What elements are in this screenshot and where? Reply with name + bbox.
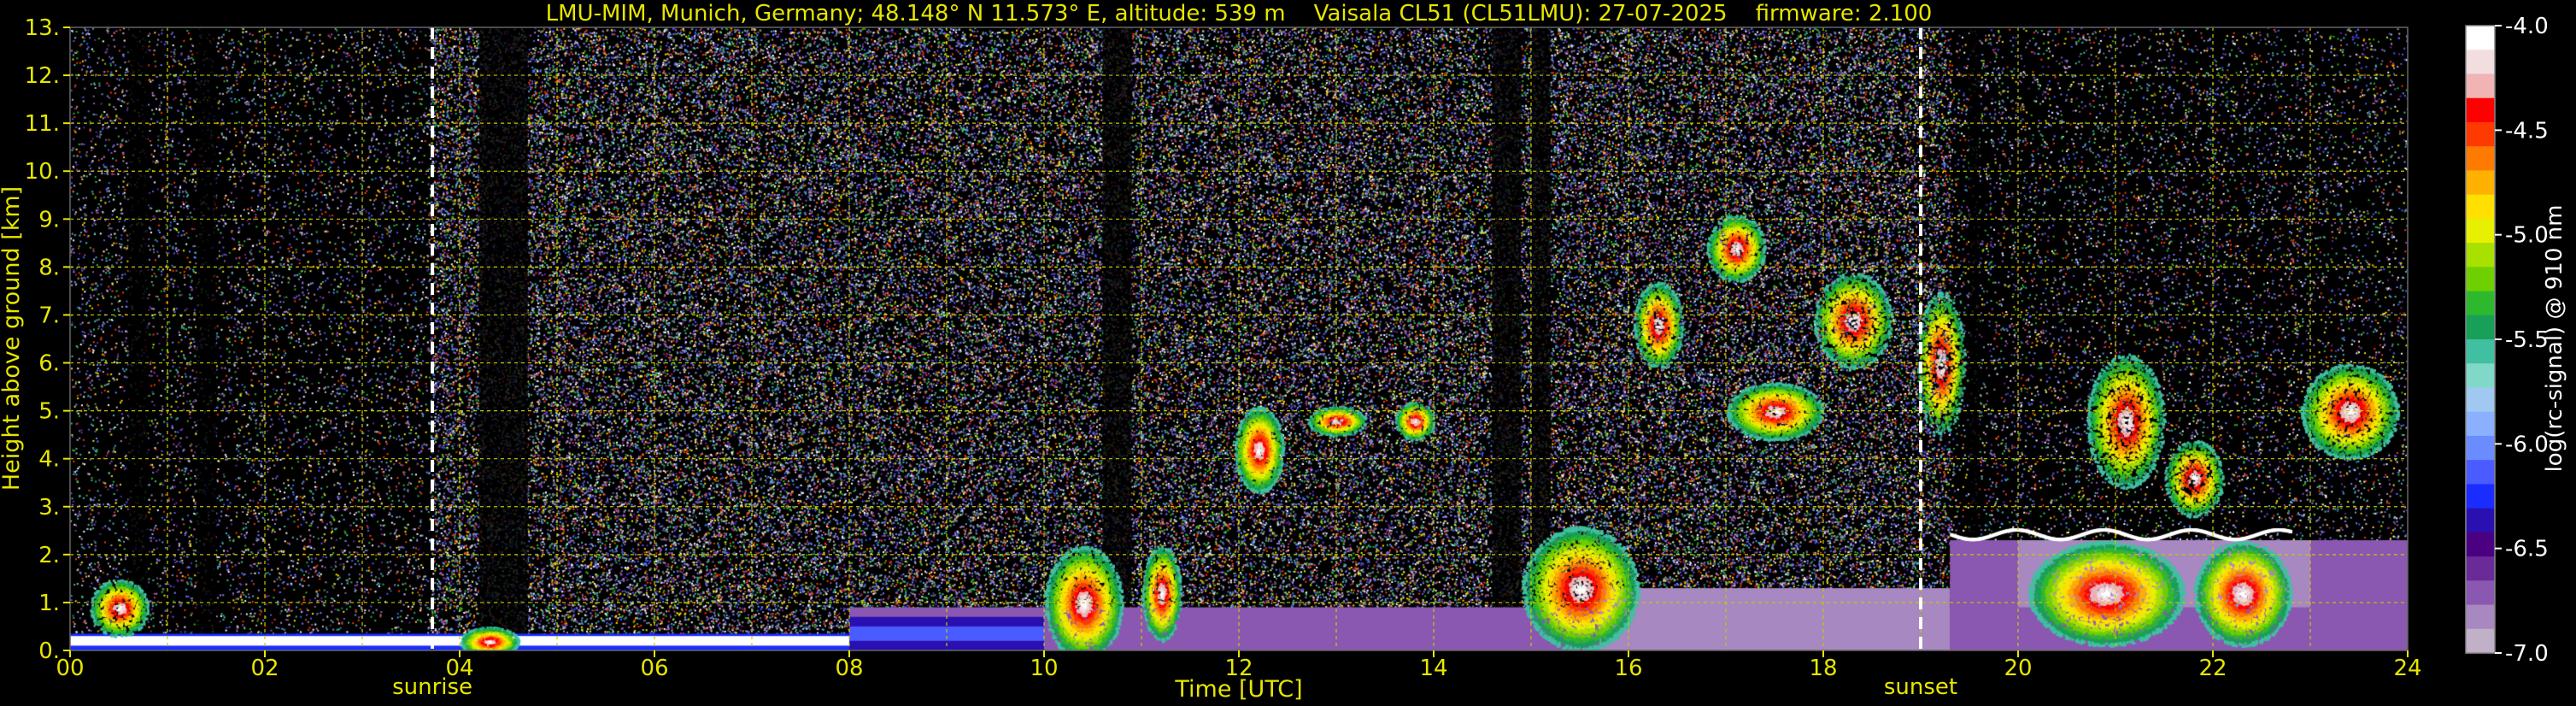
colorbar-tick-label: -7.0: [2505, 641, 2549, 667]
colorbar-swatch: [2466, 339, 2495, 364]
x-tick-label: 06: [640, 656, 668, 681]
colorbar-swatch: [2466, 50, 2495, 75]
colorbar-swatch: [2466, 411, 2495, 437]
colorbar-swatch: [2466, 291, 2495, 316]
y-tick-label: 11.: [25, 111, 60, 137]
y-tick-label: 12.: [25, 63, 60, 89]
x-tick-label: 08: [835, 656, 863, 681]
colorbar-swatch: [2466, 363, 2495, 389]
colorbar-swatch: [2466, 484, 2495, 509]
colorbar-swatch: [2466, 97, 2495, 123]
x-tick-label: 16: [1614, 656, 1642, 681]
x-tick-label: 10: [1030, 656, 1058, 681]
y-tick-label: 10.: [25, 159, 60, 185]
colorbar-swatch: [2466, 26, 2495, 50]
colorbar-swatch: [2466, 170, 2495, 196]
sunset-label: sunset: [1884, 674, 1957, 700]
colorbar-swatch: [2466, 460, 2495, 485]
colorbar-tick-label: -4.0: [2505, 14, 2549, 39]
x-axis-label: Time [UTC]: [1174, 676, 1302, 703]
x-tick-label: 04: [445, 656, 473, 681]
y-tick-label: 13.: [25, 15, 60, 41]
colorbar-swatch: [2466, 532, 2495, 557]
colorbar-label: log(rc-signal) @ 910 nm: [2542, 205, 2567, 473]
colorbar-swatch: [2466, 556, 2495, 581]
colorbar-swatch: [2466, 194, 2495, 220]
colorbar-swatch: [2466, 146, 2495, 171]
colorbar-swatch: [2466, 508, 2495, 533]
colorbar-swatch: [2466, 580, 2495, 606]
x-tick-label: 24: [2393, 656, 2421, 681]
x-tick-label: 02: [250, 656, 279, 681]
y-tick-label: 8.: [38, 255, 60, 280]
colorbar-swatch: [2466, 435, 2495, 461]
x-tick-label: 18: [1809, 656, 1837, 681]
colorbar-swatch: [2466, 267, 2495, 292]
y-tick-label: 3.: [38, 495, 60, 521]
colorbar-swatch: [2466, 604, 2495, 630]
colorbar-tick-label: -6.5: [2505, 537, 2549, 562]
colorbar-swatch: [2466, 74, 2495, 99]
colorbar-swatch: [2466, 121, 2495, 147]
x-tick-label: 00: [56, 656, 84, 681]
y-tick-label: 2.: [38, 543, 60, 568]
x-tick-label: 22: [2198, 656, 2227, 681]
y-tick-label: 6.: [38, 351, 60, 377]
x-tick-label: 20: [2004, 656, 2032, 681]
y-tick-label: 5.: [38, 399, 60, 425]
x-tick-label: 14: [1419, 656, 1447, 681]
ceilometer-chart: sunrise sunset 0.1.2.3.4.5.6.7.8.9.10.11.…: [0, 0, 2576, 706]
y-tick-label: 9.: [38, 207, 60, 232]
colorbar-tick-label: -4.5: [2505, 118, 2549, 144]
y-tick-label: 7.: [38, 303, 60, 328]
y-tick-label: 1.: [38, 591, 60, 616]
colorbar-swatch: [2466, 218, 2495, 244]
colorbar-swatch: [2466, 315, 2495, 340]
colorbar-swatch: [2466, 243, 2495, 268]
y-axis-label: Height above ground [km]: [0, 186, 25, 491]
colorbar-swatch: [2466, 387, 2495, 413]
colorbar-swatch: [2466, 628, 2495, 654]
y-tick-label: 4.: [38, 447, 60, 473]
colorbar: [2465, 25, 2496, 654]
chart-title: LMU-MIM, Munich, Germany; 48.148° N 11.5…: [546, 1, 1933, 26]
